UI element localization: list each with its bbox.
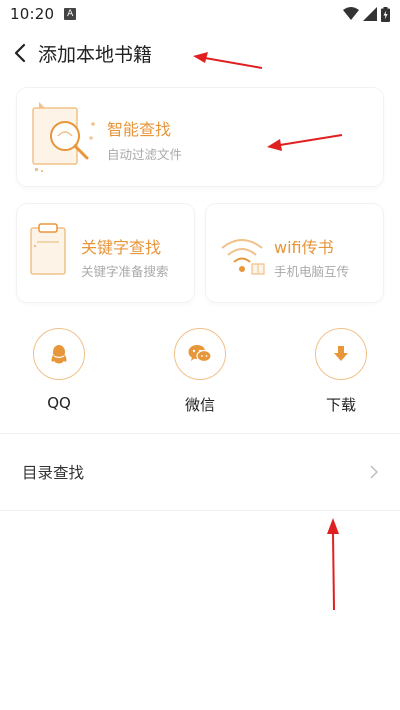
wifi-transfer-card[interactable]: wifi传书 手机电脑互传 [206, 204, 383, 302]
wechat-icon [188, 345, 212, 363]
keyword-clipboard-icon [30, 223, 66, 275]
wechat-circle [174, 328, 226, 380]
smart-search-icon [32, 102, 95, 172]
keyword-search-card[interactable]: 关键字查找 关键字准备搜索 [17, 204, 194, 302]
wifi-transfer-subtitle: 手机电脑互传 [274, 264, 350, 279]
header: 添加本地书籍 [0, 30, 400, 76]
cell-signal-icon [363, 7, 377, 21]
notification-icon: A [64, 8, 77, 20]
directory-search-label: 目录查找 [22, 464, 85, 482]
wechat-button[interactable]: 微信 [160, 328, 240, 415]
wifi-transfer-title: wifi传书 [274, 238, 334, 257]
keyword-search-subtitle: 关键字准备搜索 [81, 264, 169, 279]
download-icon [334, 346, 348, 361]
download-button[interactable]: 下载 [301, 328, 381, 415]
smart-search-card[interactable]: 智能查找 自动过滤文件 [17, 88, 383, 186]
qq-circle [33, 328, 85, 380]
qq-icon [51, 345, 67, 364]
back-button[interactable] [0, 30, 40, 76]
smart-search-title: 智能查找 [107, 120, 172, 139]
download-label: 下载 [325, 396, 356, 414]
divider-bottom [0, 510, 400, 511]
wifi-signal-icon [343, 7, 359, 20]
smart-search-subtitle: 自动过滤文件 [107, 147, 183, 162]
download-circle [315, 328, 367, 380]
qq-button[interactable]: QQ [19, 328, 99, 412]
status-bar: 10:20 A [0, 0, 400, 28]
status-icons [343, 6, 390, 22]
screen: 10:20 A 添加本地书籍 智能查找 自动过滤文件 关键字查找 关键字准备搜索… [0, 0, 400, 710]
battery-icon [381, 6, 390, 22]
back-arrow-icon [14, 43, 26, 63]
page-title: 添加本地书籍 [38, 43, 153, 66]
status-time: 10:20 [10, 5, 55, 23]
wifi-transfer-icon [221, 239, 265, 275]
chevron-right-icon [370, 465, 378, 479]
qq-label: QQ [47, 394, 71, 412]
keyword-search-title: 关键字查找 [81, 238, 162, 257]
wechat-label: 微信 [184, 396, 215, 414]
directory-search-row[interactable]: 目录查找 [0, 434, 400, 510]
annotation-arrow-directory [327, 518, 339, 611]
